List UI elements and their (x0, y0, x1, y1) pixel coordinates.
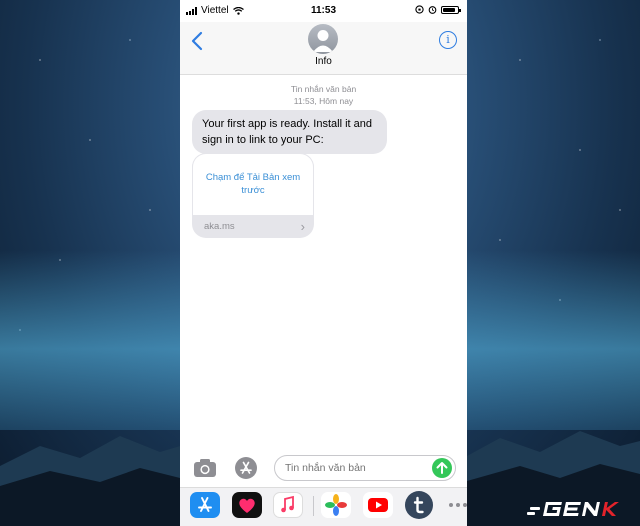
ellipsis-icon (449, 503, 467, 507)
service-label: Tin nhắn văn bản (290, 84, 357, 94)
message-thread: Tin nhắn văn bản 11:53, Hôm nay Your fir… (180, 74, 467, 238)
digital-touch-app-icon[interactable] (232, 492, 262, 518)
app-store-glyph-icon (198, 497, 212, 512)
link-preview-title[interactable]: Chạm để Tải Bản xem trước (192, 153, 314, 215)
phone-screen: Viettel 11:53 Info i Tin nhắn văn bản 11… (180, 0, 467, 526)
link-preview-footer[interactable]: aka.ms › (192, 215, 314, 238)
app-store-icon (240, 461, 252, 474)
camera-icon[interactable] (193, 458, 217, 478)
status-bar: Viettel 11:53 (180, 0, 467, 22)
orientation-lock-icon (415, 5, 424, 14)
app-store-app-icon[interactable] (190, 492, 220, 518)
message-timestamp: 11:53, Hôm nay (293, 96, 354, 106)
thread-meta: Tin nhắn văn bản 11:53, Hôm nay (180, 83, 467, 107)
link-preview-card[interactable]: Chạm để Tải Bản xem trước aka.ms › (192, 153, 314, 238)
contact-avatar[interactable] (308, 24, 338, 54)
photos-pinwheel-icon (325, 494, 347, 516)
contact-name[interactable]: Info (180, 56, 467, 67)
message-input[interactable] (274, 455, 456, 481)
status-right (415, 5, 461, 14)
imessage-app-drawer (180, 487, 467, 526)
app-drawer-divider (313, 496, 314, 516)
music-app-icon[interactable] (273, 492, 303, 518)
tumblr-t-icon (413, 496, 424, 514)
conversation-header: Info i (180, 22, 467, 75)
send-button[interactable] (432, 458, 452, 478)
genk-logo (527, 502, 619, 516)
alarm-icon (428, 6, 437, 14)
back-chevron-icon[interactable] (188, 30, 208, 52)
message-composer (180, 450, 467, 486)
photos-app-icon[interactable] (321, 492, 351, 518)
tumblr-app-icon[interactable] (405, 491, 433, 519)
chevron-right-icon: › (300, 219, 305, 234)
heart-icon (239, 498, 255, 513)
link-domain: aka.ms (204, 221, 235, 232)
person-silhouette-icon (313, 30, 333, 52)
music-note-icon (281, 495, 294, 513)
app-store-button[interactable] (235, 457, 257, 479)
info-button[interactable]: i (439, 31, 457, 49)
incoming-message-bubble[interactable]: Your first app is ready. Install it and … (192, 110, 387, 154)
youtube-app-icon[interactable] (363, 492, 393, 518)
more-apps-icon[interactable] (445, 492, 467, 518)
battery-icon (441, 5, 461, 14)
arrow-up-icon (436, 462, 448, 474)
play-icon (368, 498, 388, 512)
